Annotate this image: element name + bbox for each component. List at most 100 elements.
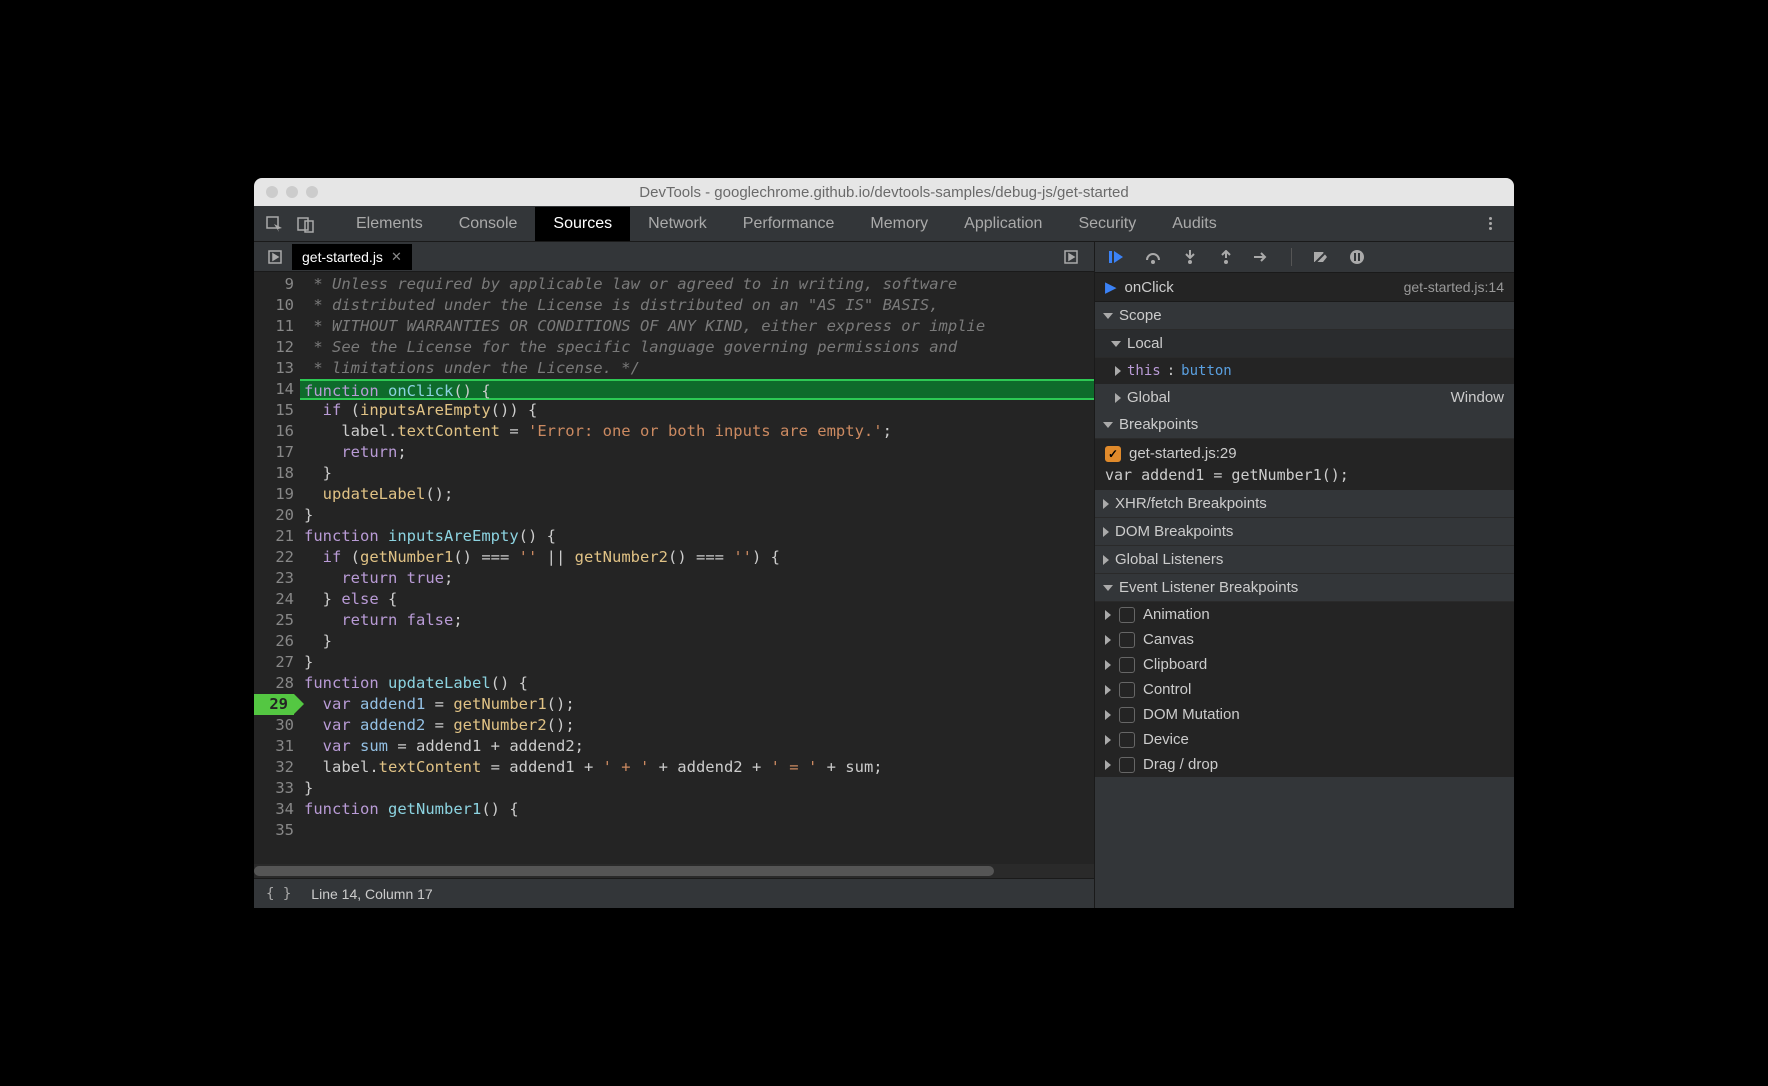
- line-number[interactable]: 10: [254, 295, 294, 316]
- step-out-button[interactable]: [1217, 248, 1235, 266]
- line-number[interactable]: 27: [254, 652, 294, 673]
- line-number[interactable]: 31: [254, 736, 294, 757]
- step-into-button[interactable]: [1181, 248, 1199, 266]
- code-line: return true;: [300, 568, 1094, 589]
- code-line: function updateLabel() {: [300, 673, 1094, 694]
- tab-memory[interactable]: Memory: [852, 207, 946, 241]
- horizontal-scrollbar[interactable]: [254, 864, 1094, 878]
- event-checkbox[interactable]: [1119, 707, 1135, 723]
- tab-audits[interactable]: Audits: [1154, 207, 1234, 241]
- line-number[interactable]: 17: [254, 442, 294, 463]
- event-category[interactable]: Canvas: [1095, 627, 1514, 652]
- line-number[interactable]: 24: [254, 589, 294, 610]
- file-tab-label: get-started.js: [302, 249, 383, 265]
- line-number[interactable]: 26: [254, 631, 294, 652]
- scope-variable[interactable]: this: button: [1115, 361, 1514, 381]
- code-editor[interactable]: 9101112131415161718192021222324252627282…: [254, 272, 1094, 878]
- line-number[interactable]: 22: [254, 547, 294, 568]
- code-line: }: [300, 631, 1094, 652]
- deactivate-breakpoints-button[interactable]: [1312, 248, 1330, 266]
- pretty-print-icon[interactable]: { }: [266, 886, 291, 902]
- line-number[interactable]: 25: [254, 610, 294, 631]
- code-line: * distributed under the License is distr…: [300, 295, 1094, 316]
- breakpoints-section-header[interactable]: Breakpoints: [1095, 411, 1514, 439]
- line-number[interactable]: 13: [254, 358, 294, 379]
- dom-breakpoints-header[interactable]: DOM Breakpoints: [1095, 518, 1514, 546]
- window-title: DevTools - googlechrome.github.io/devtoo…: [254, 184, 1514, 201]
- step-over-button[interactable]: [1145, 248, 1163, 266]
- line-number[interactable]: 28: [254, 673, 294, 694]
- xhr-breakpoints-header[interactable]: XHR/fetch Breakpoints: [1095, 490, 1514, 518]
- step-button[interactable]: [1253, 248, 1271, 266]
- line-number[interactable]: 23: [254, 568, 294, 589]
- close-tab-icon[interactable]: ✕: [391, 249, 402, 265]
- event-category-label: DOM Mutation: [1143, 706, 1240, 723]
- breakpoint-item[interactable]: get-started.js:29 var addend1 = getNumbe…: [1095, 439, 1514, 490]
- event-checkbox[interactable]: [1119, 732, 1135, 748]
- line-number[interactable]: 9: [254, 274, 294, 295]
- scope-local-header[interactable]: Local: [1095, 330, 1514, 358]
- tab-console[interactable]: Console: [441, 207, 536, 241]
- code-line: return false;: [300, 610, 1094, 631]
- event-category[interactable]: Drag / drop: [1095, 752, 1514, 777]
- event-listener-breakpoints-header[interactable]: Event Listener Breakpoints: [1095, 574, 1514, 602]
- event-category-label: Drag / drop: [1143, 756, 1218, 773]
- event-category-label: Control: [1143, 681, 1191, 698]
- tab-application[interactable]: Application: [946, 207, 1060, 241]
- breakpoint-marker[interactable]: 29: [254, 694, 294, 715]
- show-navigator-icon[interactable]: [264, 246, 286, 268]
- event-category[interactable]: Control: [1095, 677, 1514, 702]
- resume-button[interactable]: [1109, 248, 1127, 266]
- line-number[interactable]: 35: [254, 820, 294, 841]
- event-category[interactable]: Clipboard: [1095, 652, 1514, 677]
- breakpoint-location: get-started.js:29: [1129, 445, 1237, 462]
- global-listeners-header[interactable]: Global Listeners: [1095, 546, 1514, 574]
- inspect-element-icon[interactable]: [262, 212, 286, 236]
- line-number[interactable]: 34: [254, 799, 294, 820]
- more-options-icon[interactable]: [1478, 212, 1502, 236]
- chevron-down-icon: [1103, 585, 1113, 591]
- scope-local-label: Local: [1127, 335, 1163, 352]
- event-category[interactable]: DOM Mutation: [1095, 702, 1514, 727]
- line-number[interactable]: 30: [254, 715, 294, 736]
- line-number[interactable]: 16: [254, 421, 294, 442]
- breakpoint-checkbox[interactable]: [1105, 446, 1121, 462]
- line-number[interactable]: 19: [254, 484, 294, 505]
- line-number[interactable]: 11: [254, 316, 294, 337]
- event-category[interactable]: Animation: [1095, 602, 1514, 627]
- editor-pane: get-started.js ✕ 91011121314151617181920…: [254, 242, 1094, 908]
- scope-global-row[interactable]: Global Window: [1095, 384, 1514, 411]
- show-debugger-icon[interactable]: [1060, 246, 1082, 268]
- tab-network[interactable]: Network: [630, 207, 725, 241]
- breakpoint-code: var addend1 = getNumber1();: [1105, 462, 1504, 484]
- event-checkbox[interactable]: [1119, 657, 1135, 673]
- line-number[interactable]: 18: [254, 463, 294, 484]
- pause-on-exceptions-button[interactable]: [1348, 248, 1366, 266]
- event-checkbox[interactable]: [1119, 632, 1135, 648]
- tab-security[interactable]: Security: [1060, 207, 1154, 241]
- line-number[interactable]: 20: [254, 505, 294, 526]
- code-line: * Unless required by applicable law or a…: [300, 274, 1094, 295]
- line-number[interactable]: 15: [254, 400, 294, 421]
- line-number[interactable]: 14: [254, 379, 294, 400]
- section-label: XHR/fetch Breakpoints: [1115, 495, 1267, 512]
- scope-section-header[interactable]: Scope: [1095, 302, 1514, 330]
- event-category[interactable]: Device: [1095, 727, 1514, 752]
- event-category-label: Clipboard: [1143, 656, 1207, 673]
- line-number[interactable]: 32: [254, 757, 294, 778]
- line-number[interactable]: 29: [254, 694, 294, 715]
- file-tab[interactable]: get-started.js ✕: [292, 244, 412, 270]
- tab-elements[interactable]: Elements: [338, 207, 441, 241]
- event-checkbox[interactable]: [1119, 607, 1135, 623]
- call-stack-frame[interactable]: ▶ onClick get-started.js:14: [1095, 272, 1514, 302]
- device-toolbar-icon[interactable]: [294, 212, 318, 236]
- chevron-right-icon: [1105, 685, 1111, 695]
- panel-tabs: ElementsConsoleSourcesNetworkPerformance…: [254, 206, 1514, 242]
- tab-sources[interactable]: Sources: [535, 207, 630, 241]
- line-number[interactable]: 12: [254, 337, 294, 358]
- line-number[interactable]: 33: [254, 778, 294, 799]
- tab-performance[interactable]: Performance: [725, 207, 853, 241]
- line-number[interactable]: 21: [254, 526, 294, 547]
- event-checkbox[interactable]: [1119, 682, 1135, 698]
- event-checkbox[interactable]: [1119, 757, 1135, 773]
